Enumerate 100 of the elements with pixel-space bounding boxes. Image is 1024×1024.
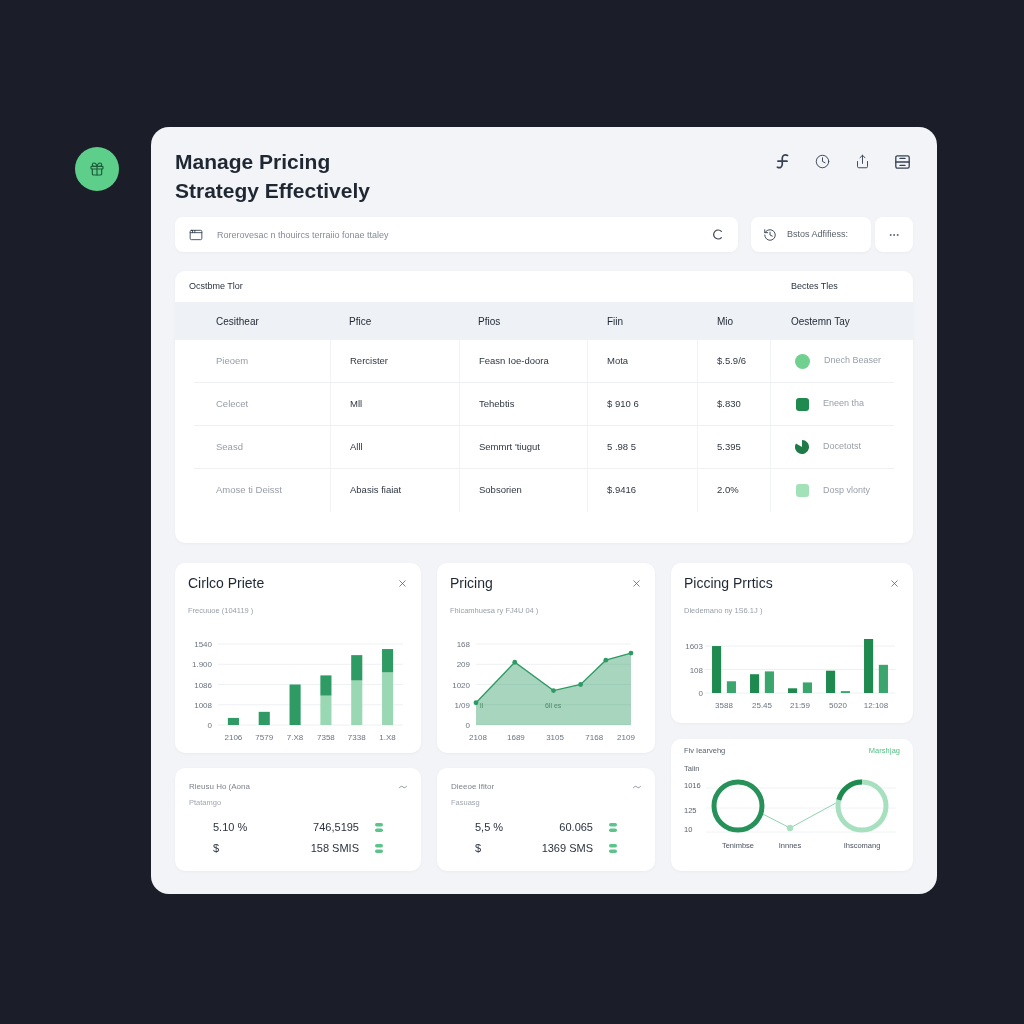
metric-value: $	[213, 841, 220, 857]
axis-label: 2106	[224, 733, 243, 742]
stack-icon	[609, 823, 617, 832]
status-label: Eneen tha	[823, 397, 865, 411]
axis-label: 25.45	[752, 701, 772, 710]
axis-label: 3105	[546, 733, 564, 742]
chart-bar	[788, 688, 798, 693]
page-title: Manage Pricing Strategy Effectively	[175, 149, 371, 204]
chart-bar	[320, 695, 332, 725]
stack-icon	[375, 823, 383, 832]
axis-label: 21:59	[790, 701, 810, 710]
column-header: Pfios	[478, 314, 501, 329]
status-label: Dnech Beaser	[824, 354, 882, 368]
share-icon[interactable]	[855, 154, 870, 169]
clock-icon[interactable]	[815, 154, 830, 169]
axis-label: 1020	[452, 680, 470, 690]
donut-ring	[835, 779, 889, 833]
axis-label: 7.X8	[286, 733, 304, 742]
card-title: Dieeoe Ifitor	[451, 782, 495, 792]
chart-title: Pricing	[450, 576, 493, 590]
table-cell-text: Celecet	[216, 396, 249, 411]
axis-label: 7358	[317, 733, 335, 742]
table-cell-text: Mota	[607, 353, 629, 368]
table-cell-text: Semmrt 'tiugut	[479, 439, 540, 454]
table-cell-text: $.5.9/6	[717, 353, 747, 368]
table-cell-text: Rercister	[350, 353, 388, 368]
filter-button[interactable]: Bstos Adfifiess:	[751, 217, 871, 252]
chart-bar	[750, 674, 760, 693]
column-header: Fiin	[607, 314, 624, 329]
metric-amount: 746,5195	[313, 820, 359, 836]
window-icon	[189, 227, 203, 242]
stack-icon	[609, 844, 617, 853]
chart-bar	[227, 717, 239, 725]
status-label: Dosp vlonty	[823, 483, 871, 497]
axis-label: 1.900	[191, 660, 212, 670]
arc-icon[interactable]	[713, 229, 722, 240]
table-caption: Bectes Tles	[791, 279, 838, 293]
table-cell: $.9416	[607, 483, 637, 498]
axis-label: 5020	[829, 701, 847, 710]
status-label: Docetotst	[823, 440, 862, 454]
column-header: Cesithear	[216, 314, 259, 329]
chart-bar	[289, 684, 301, 725]
axis-label: 2108	[469, 733, 487, 742]
gift-icon	[75, 147, 119, 191]
table-cell-text: Alll	[350, 439, 363, 454]
close-icon[interactable]	[397, 577, 408, 589]
axis-label: 0	[207, 721, 212, 730]
chart-bar	[802, 682, 812, 693]
column-header: Oestemn Tay	[791, 314, 850, 329]
axis-label: 12:108	[863, 701, 889, 710]
search-field[interactable]: Rorerovesac n thouircs terraiio fonae ttaley	[175, 217, 738, 252]
axis-label: 209	[456, 660, 470, 670]
history-icon	[763, 227, 777, 242]
axis-label: 1689	[507, 733, 525, 742]
metric-value: 5.10 %	[213, 820, 248, 836]
metric-amount: 60.065	[559, 820, 593, 836]
metric-amount: 158 SMIS	[310, 841, 359, 857]
axis-label: 1603	[685, 642, 703, 652]
axis-label: 7168	[585, 733, 604, 742]
axis-label: 168	[456, 640, 470, 649]
chart-bar	[878, 664, 888, 693]
chart-bar	[726, 681, 736, 693]
close-icon[interactable]	[631, 577, 642, 589]
donut-ring	[711, 779, 765, 833]
axis-label: 1086	[194, 680, 212, 690]
axis-label: 2109	[617, 733, 635, 742]
chart-bar	[826, 670, 836, 693]
table-cell-text: Seasd	[216, 439, 243, 454]
table-cell-text: Mll	[350, 396, 363, 411]
drawer-icon[interactable]	[895, 154, 910, 169]
tilde-icon[interactable]	[633, 785, 641, 789]
table-cell-text: Feasn Ioe-doora	[479, 353, 549, 368]
table-cell-text: $.830	[717, 396, 741, 411]
tilde-icon[interactable]	[399, 785, 407, 789]
metric-value: $	[475, 841, 482, 857]
axis-label: 1008	[194, 700, 212, 710]
column-header: Pfice	[349, 314, 372, 329]
column-header: Mio	[717, 314, 734, 329]
chart-bar	[864, 639, 874, 693]
data-point	[512, 659, 518, 665]
function-icon[interactable]	[775, 154, 790, 169]
table-title: Ocstbme Tlor	[189, 279, 243, 293]
data-point	[551, 688, 556, 693]
axis-label: 7579	[255, 733, 274, 742]
table-cell-text: Tehebtis	[479, 396, 515, 411]
data-point	[473, 700, 479, 706]
close-icon[interactable]	[889, 577, 900, 589]
table-cell-text: Pieoem	[216, 353, 249, 368]
stack-icon	[375, 844, 383, 853]
axis-label: 1.X8	[379, 733, 396, 742]
table-cell: Abasis fiaiat	[350, 483, 402, 498]
table-cell: Amose ti Deisst	[216, 483, 282, 498]
chart-bar	[712, 646, 722, 693]
table-cell: 2.0%	[717, 483, 739, 498]
metric-value: 5,5 %	[475, 820, 504, 836]
data-point	[578, 682, 584, 687]
axis-label: 1/09	[454, 700, 470, 710]
chart-bar	[764, 671, 774, 693]
axis-label: 7338	[347, 733, 366, 742]
table-cell: Sobsorien	[479, 483, 522, 498]
